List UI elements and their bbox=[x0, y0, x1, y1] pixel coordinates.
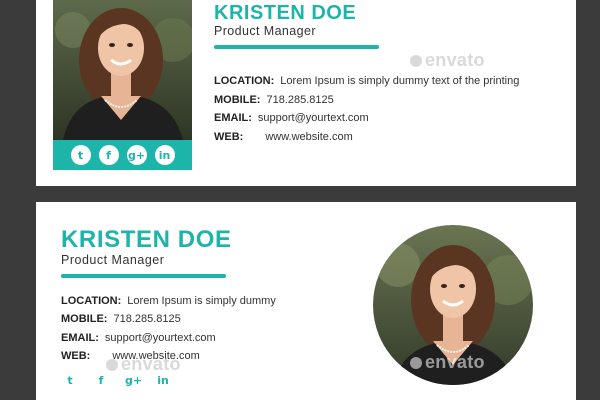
email-row: EMAIL: support@yourtext.com bbox=[61, 329, 276, 347]
google-plus-icon[interactable]: g+ bbox=[125, 374, 142, 387]
signature-card-bottom: KRISTEN DOE Product Manager LOCATION: Lo… bbox=[36, 202, 576, 400]
location-row: LOCATION: Lorem Ipsum is simply dummy te… bbox=[214, 72, 519, 91]
twitter-icon[interactable]: t bbox=[70, 145, 91, 165]
mobile-label: MOBILE: bbox=[61, 313, 108, 326]
location-label: LOCATION: bbox=[214, 75, 275, 88]
mobile-value: 718.285.8125 bbox=[113, 313, 181, 326]
mobile-value: 718.285.8125 bbox=[266, 93, 334, 106]
web-label: WEB: bbox=[214, 130, 244, 143]
location-label: LOCATION: bbox=[61, 295, 122, 308]
email-label: EMAIL: bbox=[214, 112, 252, 125]
twitter-icon[interactable]: t bbox=[63, 374, 77, 387]
mobile-row: MOBILE: 718.285.8125 bbox=[214, 91, 519, 110]
profile-photo bbox=[53, 0, 192, 140]
facebook-icon[interactable]: f bbox=[98, 145, 119, 165]
mobile-label: MOBILE: bbox=[214, 93, 261, 106]
location-value: Lorem Ipsum is simply dummy bbox=[127, 295, 276, 308]
watermark: envato bbox=[106, 354, 181, 375]
google-plus-icon[interactable]: g+ bbox=[126, 145, 147, 165]
social-icons-row: t f g+ in bbox=[63, 374, 170, 387]
web-label: WEB: bbox=[61, 350, 91, 363]
email-value[interactable]: support@yourtext.com bbox=[105, 332, 216, 344]
location-value: Lorem Ipsum is simply dummy text of the … bbox=[280, 75, 520, 88]
email-value[interactable]: support@yourtext.com bbox=[258, 112, 369, 124]
accent-line bbox=[61, 274, 226, 278]
contact-info: LOCATION: Lorem Ipsum is simply dummy te… bbox=[214, 72, 519, 146]
accent-line bbox=[214, 45, 379, 49]
watermark: envato bbox=[410, 50, 485, 71]
location-row: LOCATION: Lorem Ipsum is simply dummy bbox=[61, 292, 276, 310]
signature-card-top: t f g+ in KRISTEN DOE Product Manager LO… bbox=[36, 0, 576, 186]
social-icons-bar: t f g+ in bbox=[53, 140, 192, 170]
linkedin-icon[interactable]: in bbox=[154, 145, 175, 165]
web-value[interactable]: www.website.com bbox=[265, 131, 352, 143]
mobile-row: MOBILE: 718.285.8125 bbox=[61, 310, 276, 328]
email-row: EMAIL: support@yourtext.com bbox=[214, 109, 519, 128]
watermark: envato bbox=[410, 352, 485, 373]
facebook-icon[interactable]: f bbox=[94, 374, 108, 387]
watermark-text: envato bbox=[425, 352, 485, 372]
person-name: KRISTEN DOE bbox=[214, 2, 357, 24]
envato-leaf-icon bbox=[410, 357, 422, 370]
job-title: Product Manager bbox=[61, 253, 165, 267]
envato-leaf-icon bbox=[410, 55, 422, 68]
envato-leaf-icon bbox=[106, 359, 118, 372]
person-name: KRISTEN DOE bbox=[61, 226, 232, 253]
email-label: EMAIL: bbox=[61, 331, 99, 344]
web-row: WEB: www.website.com bbox=[214, 128, 519, 147]
profile-photo-frame: t f g+ in bbox=[53, 0, 192, 170]
linkedin-icon[interactable]: in bbox=[156, 374, 170, 387]
watermark-text: envato bbox=[425, 50, 485, 70]
job-title: Product Manager bbox=[214, 24, 316, 38]
watermark-text: envato bbox=[121, 354, 181, 374]
